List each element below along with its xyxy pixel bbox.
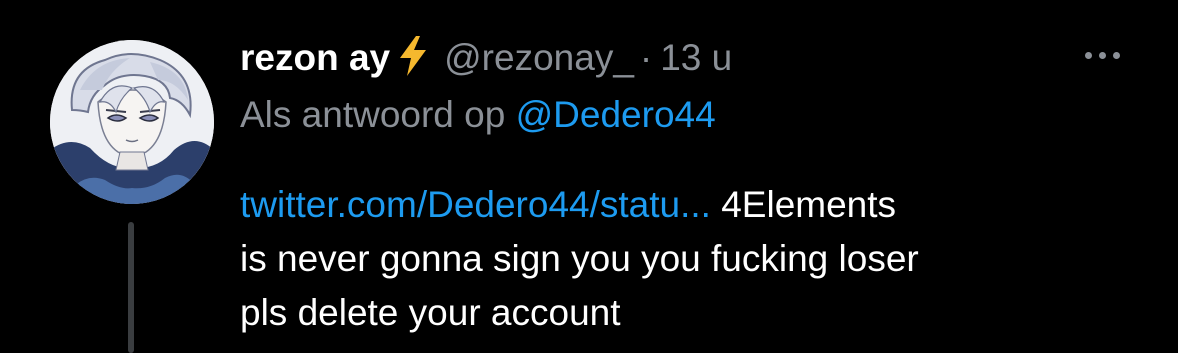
tweet-text-line2: is never gonna sign you you fucking lose… — [240, 238, 919, 279]
avatar[interactable] — [50, 40, 214, 204]
tweet-text-line1: 4Elements — [710, 184, 897, 225]
tweet-text: twitter.com/Dedero44/statu... 4Elements … — [240, 178, 1130, 340]
tweet-url-link[interactable]: twitter.com/Dedero44/statu... — [240, 184, 711, 225]
more-dot — [1099, 52, 1106, 59]
tweet-content: rezon ay @rezonay_ · 13 u Als antwoord o… — [240, 30, 1140, 340]
reply-prefix: Als antwoord op — [240, 94, 506, 135]
user-handle[interactable]: @rezonay_ — [444, 37, 634, 79]
tweet-header: rezon ay @rezonay_ · 13 u — [240, 30, 1140, 88]
reply-mention-link[interactable]: @Dedero44 — [516, 94, 716, 135]
more-dot — [1085, 52, 1092, 59]
timestamp[interactable]: 13 u — [660, 37, 732, 79]
lightning-icon — [396, 36, 430, 81]
separator-dot: · — [639, 37, 653, 78]
more-dot — [1113, 52, 1120, 59]
tweet-text-line3: pls delete your account — [240, 292, 621, 333]
thread-connector-line — [128, 222, 134, 353]
reply-context: Als antwoord op @Dedero44 — [240, 94, 1140, 146]
more-options-icon[interactable] — [1085, 52, 1120, 59]
display-name[interactable]: rezon ay — [240, 37, 390, 79]
